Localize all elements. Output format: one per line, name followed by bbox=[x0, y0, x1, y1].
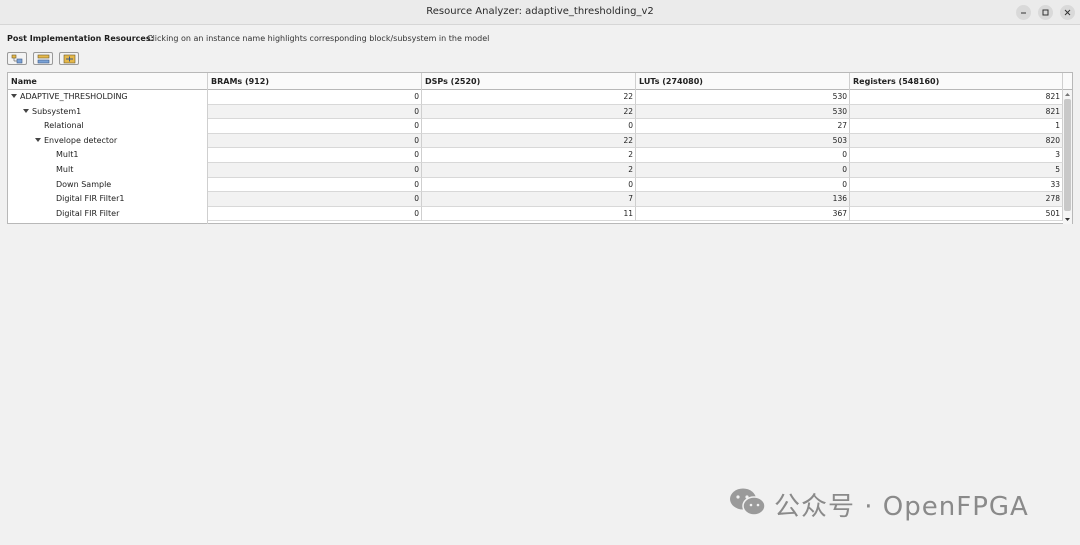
cell-luts: 503 bbox=[636, 133, 850, 149]
cell-registers: 278 bbox=[850, 192, 1063, 207]
cell-registers: 3 bbox=[850, 148, 1063, 163]
cell-brams: 0 bbox=[208, 119, 422, 134]
cell-brams: 0 bbox=[208, 192, 422, 207]
cell-dsps: 2 bbox=[422, 148, 636, 163]
tree-item[interactable]: Digital FIR Filter1 bbox=[8, 192, 208, 207]
vertical-scrollbar[interactable] bbox=[1063, 90, 1072, 224]
cell-brams: 0 bbox=[208, 206, 422, 222]
column-header-name[interactable]: Name bbox=[8, 73, 208, 90]
cell-dsps: 22 bbox=[422, 104, 636, 120]
cell-brams: 0 bbox=[208, 104, 422, 120]
tree-item-label: Subsystem1 bbox=[32, 106, 82, 116]
cell-luts: 530 bbox=[636, 90, 850, 105]
expand-all-button[interactable] bbox=[33, 52, 53, 65]
resources-label: Post Implementation Resources: bbox=[7, 34, 154, 43]
tree-item-label: Mult bbox=[56, 165, 74, 174]
tree-item[interactable]: Digital FIR Filter bbox=[8, 207, 208, 222]
cell-registers: 820 bbox=[850, 133, 1063, 149]
column-header-luts[interactable]: LUTs (274080) bbox=[636, 73, 850, 90]
column-header-brams[interactable]: BRAMs (912) bbox=[208, 73, 422, 90]
cell-dsps: 0 bbox=[422, 119, 636, 134]
cell-dsps: 2 bbox=[422, 163, 636, 178]
cell-dsps: 22 bbox=[422, 133, 636, 149]
cell-brams: 0 bbox=[208, 163, 422, 178]
collapse-all-button[interactable] bbox=[7, 52, 27, 65]
cell-brams: 0 bbox=[208, 90, 422, 105]
cell-registers: 501 bbox=[850, 206, 1063, 222]
cell-dsps: 0 bbox=[422, 177, 636, 193]
highlight-button[interactable] bbox=[59, 52, 79, 65]
scroll-up-icon[interactable] bbox=[1063, 90, 1072, 99]
tree-item[interactable]: Subsystem1 bbox=[8, 105, 208, 120]
cell-registers: 33 bbox=[850, 177, 1063, 193]
close-button[interactable] bbox=[1060, 5, 1075, 20]
cell-registers: 1 bbox=[850, 119, 1063, 134]
hint-text: Clicking on an instance name highlights … bbox=[147, 34, 490, 43]
tree-item[interactable]: Mult bbox=[8, 163, 208, 178]
tree-item[interactable]: Envelope detector bbox=[8, 134, 208, 149]
table-header: Name BRAMs (912) DSPs (2520) LUTs (27408… bbox=[8, 73, 1072, 90]
cell-brams: 0 bbox=[208, 177, 422, 193]
cell-luts: 136 bbox=[636, 192, 850, 207]
tree-item-label: Mult1 bbox=[56, 150, 79, 160]
cell-registers: 821 bbox=[850, 104, 1063, 120]
cell-luts: 0 bbox=[636, 177, 850, 193]
cell-brams: 0 bbox=[208, 133, 422, 149]
column-header-registers[interactable]: Registers (548160) bbox=[850, 73, 1063, 90]
expand-all-icon bbox=[37, 54, 50, 64]
tree-item-label: Relational bbox=[44, 121, 84, 131]
cell-dsps: 11 bbox=[422, 206, 636, 222]
collapse-all-icon bbox=[11, 54, 23, 64]
tree-item[interactable]: Relational bbox=[8, 119, 208, 134]
cell-dsps: 22 bbox=[422, 90, 636, 105]
tree-item[interactable]: ADAPTIVE_THRESHOLDING bbox=[8, 90, 208, 105]
window-titlebar: Resource Analyzer: adaptive_thresholding… bbox=[0, 0, 1080, 25]
maximize-button[interactable] bbox=[1038, 5, 1053, 20]
cell-luts: 0 bbox=[636, 148, 850, 163]
expand-arrow-icon[interactable] bbox=[23, 108, 29, 113]
expand-arrow-icon[interactable] bbox=[35, 137, 41, 142]
cell-brams: 0 bbox=[208, 148, 422, 163]
cell-luts: 367 bbox=[636, 206, 850, 222]
watermark: 公众号 · OpenFPGA bbox=[728, 484, 1058, 522]
window-title: Resource Analyzer: adaptive_thresholding… bbox=[426, 6, 654, 17]
maximize-icon bbox=[1042, 9, 1049, 16]
cell-luts: 0 bbox=[636, 163, 850, 178]
scroll-thumb[interactable] bbox=[1064, 99, 1071, 211]
cell-luts: 27 bbox=[636, 119, 850, 134]
cell-luts: 530 bbox=[636, 104, 850, 120]
tree-item-label: Digital FIR Filter bbox=[56, 208, 120, 218]
cell-registers: 5 bbox=[850, 163, 1063, 178]
highlight-icon bbox=[63, 54, 76, 64]
minimize-icon bbox=[1021, 12, 1026, 14]
expand-arrow-icon[interactable] bbox=[11, 94, 17, 98]
tree-item-label: Envelope detector bbox=[44, 135, 118, 145]
tree-item[interactable]: Down Sample bbox=[8, 178, 208, 193]
tree-item[interactable]: Mult1 bbox=[8, 148, 208, 163]
wechat-icon bbox=[730, 488, 766, 516]
cell-dsps: 7 bbox=[422, 192, 636, 207]
column-header-dsps[interactable]: DSPs (2520) bbox=[422, 73, 636, 90]
scroll-down-icon[interactable] bbox=[1063, 215, 1072, 224]
info-row: Post Implementation Resources: Clicking … bbox=[7, 34, 489, 43]
watermark-text: 公众号 · OpenFPGA bbox=[774, 492, 1029, 522]
cell-registers: 821 bbox=[850, 90, 1063, 105]
tree-item-label: ADAPTIVE_THRESHOLDING bbox=[20, 92, 128, 101]
minimize-button[interactable] bbox=[1016, 5, 1031, 20]
tree-column: ADAPTIVE_THRESHOLDING Subsystem1 Relatio… bbox=[8, 90, 208, 224]
close-icon bbox=[1064, 9, 1071, 16]
tree-item-label: Digital FIR Filter1 bbox=[56, 194, 125, 204]
resource-table: Name BRAMs (912) DSPs (2520) LUTs (27408… bbox=[7, 72, 1073, 224]
tree-item-label: Down Sample bbox=[56, 179, 112, 189]
